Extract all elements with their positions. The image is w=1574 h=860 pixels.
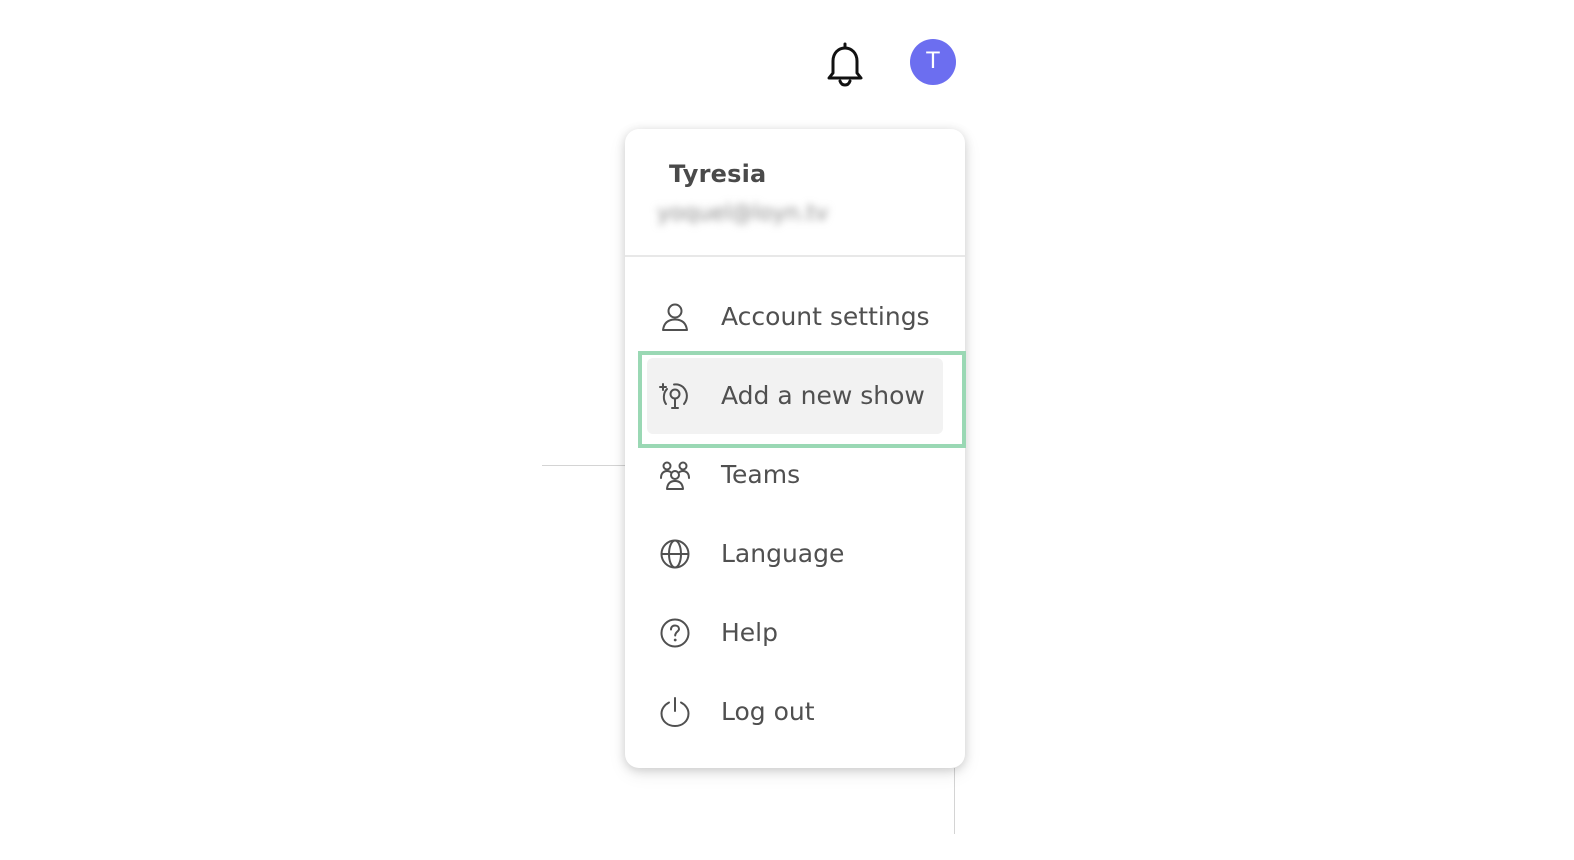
page: T Tyresia yoquel@loyn.tv Account setting… (0, 0, 1574, 860)
menu-item-add-new-show[interactable]: Add a new show (647, 358, 943, 434)
menu-item-label: Help (721, 618, 778, 647)
help-circle-icon (659, 617, 691, 649)
user-icon (659, 301, 691, 333)
podcast-add-icon (659, 380, 691, 412)
menu-item-label: Language (721, 539, 845, 568)
menu-item-account-settings[interactable]: Account settings (647, 279, 943, 355)
avatar[interactable]: T (910, 39, 956, 85)
account-dropdown-menu: Tyresia yoquel@loyn.tv Account settings (625, 129, 965, 768)
team-icon (659, 459, 691, 491)
menu-item-label: Log out (721, 697, 815, 726)
menu-item-label: Account settings (721, 302, 930, 331)
user-name: Tyresia (669, 160, 767, 188)
user-email-redacted: yoquel@loyn.tv (657, 201, 829, 226)
menu-item-teams[interactable]: Teams (647, 437, 943, 513)
menu-item-label: Add a new show (721, 381, 925, 410)
menu-item-help[interactable]: Help (647, 595, 943, 671)
user-info: Tyresia yoquel@loyn.tv (625, 129, 965, 255)
menu-item-log-out[interactable]: Log out (647, 674, 943, 750)
globe-icon (659, 538, 691, 570)
background-divider-vertical (954, 768, 955, 834)
power-icon (659, 696, 691, 728)
menu-item-label: Teams (721, 460, 801, 489)
bell-icon[interactable] (822, 40, 868, 88)
menu-divider (625, 255, 965, 257)
background-divider (542, 465, 626, 466)
menu-item-language[interactable]: Language (647, 516, 943, 592)
